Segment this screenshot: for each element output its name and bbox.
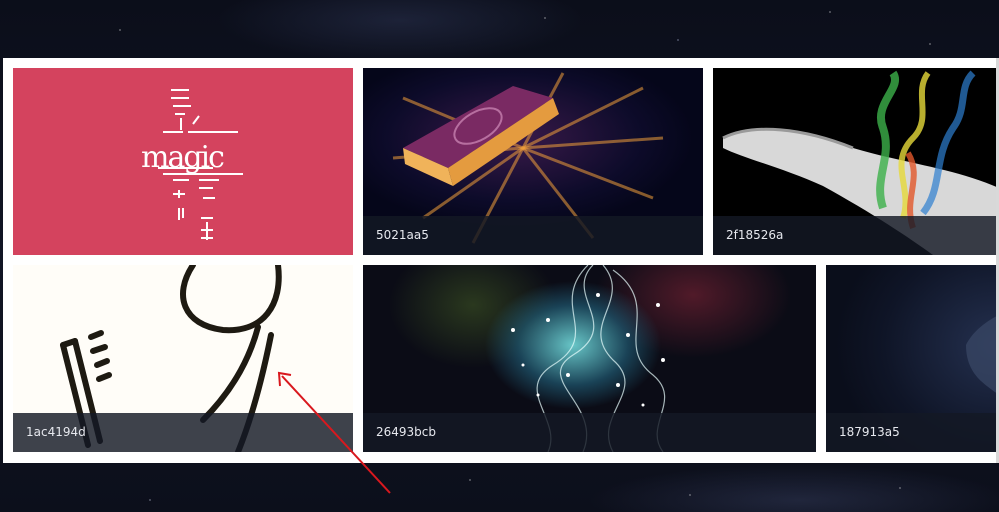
- gallery-tile-187913a5[interactable]: 187913a5: [826, 265, 999, 452]
- gallery-tile-1ac4194d[interactable]: 1ac4194d: [13, 265, 353, 452]
- gallery-tile-magic[interactable]: magic: [13, 68, 353, 255]
- magic-word-text: magic: [141, 140, 225, 175]
- gallery-tile-2f18526a[interactable]: 2f18526a: [713, 68, 999, 255]
- image-gallery-panel: magic 5021aa5 2f18526a 1ac4194d 26493bcb…: [3, 58, 999, 463]
- tile-caption: 1ac4194d: [13, 413, 353, 452]
- gallery-tile-5021aa5[interactable]: 5021aa5: [363, 68, 703, 255]
- tile-caption: 5021aa5: [363, 216, 703, 255]
- gallery-tile-26493bcb[interactable]: 26493bcb: [363, 265, 816, 452]
- tile-caption: 2f18526a: [713, 216, 999, 255]
- tile-caption: 187913a5: [826, 413, 999, 452]
- tile-caption: 26493bcb: [363, 413, 816, 452]
